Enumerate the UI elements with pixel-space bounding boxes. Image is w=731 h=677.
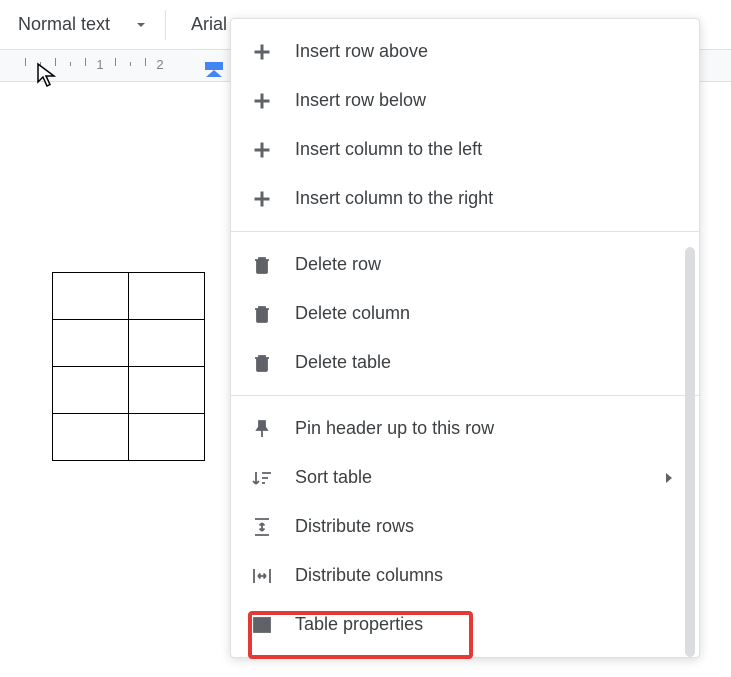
menu-label: Insert row below <box>295 90 426 111</box>
table-cell[interactable] <box>129 414 205 461</box>
delete-column-item[interactable]: Delete column <box>231 289 699 338</box>
sort-icon <box>251 467 273 489</box>
plus-icon <box>251 41 273 63</box>
chevron-right-icon <box>664 471 674 485</box>
table-row <box>53 273 205 320</box>
table-cell[interactable] <box>53 320 129 367</box>
delete-row-item[interactable]: Delete row <box>231 240 699 289</box>
distribute-vertical-icon <box>251 516 273 538</box>
menu-label: Table properties <box>295 614 423 635</box>
distribute-columns-item[interactable]: Distribute columns <box>231 551 699 600</box>
style-label: Normal text <box>18 14 110 35</box>
cursor-icon <box>36 62 58 88</box>
menu-label: Delete column <box>295 303 410 324</box>
trash-icon <box>251 254 273 276</box>
table-cell[interactable] <box>53 367 129 414</box>
chevron-down-icon <box>135 19 147 31</box>
menu-label: Insert column to the left <box>295 139 482 160</box>
table-properties-item[interactable]: Table properties <box>231 600 699 649</box>
table-cell[interactable] <box>53 414 129 461</box>
menu-label: Sort table <box>295 467 372 488</box>
menu-label: Distribute columns <box>295 565 443 586</box>
table-row <box>53 414 205 461</box>
menu-label: Delete table <box>295 352 391 373</box>
delete-table-item[interactable]: Delete table <box>231 338 699 387</box>
table-cell[interactable] <box>53 273 129 320</box>
plus-icon <box>251 188 273 210</box>
plus-icon <box>251 139 273 161</box>
text-style-selector[interactable]: Normal text <box>10 14 155 35</box>
menu-label: Delete row <box>295 254 381 275</box>
pin-icon <box>251 418 273 440</box>
insert-column-left-item[interactable]: Insert column to the left <box>231 125 699 174</box>
sort-table-item[interactable]: Sort table <box>231 453 699 502</box>
table-cell[interactable] <box>129 320 205 367</box>
ruler-mark: 1 <box>96 57 103 72</box>
trash-icon <box>251 352 273 374</box>
insert-row-below-item[interactable]: Insert row below <box>231 76 699 125</box>
indent-marker-icon[interactable] <box>205 62 225 78</box>
menu-label: Insert row above <box>295 41 428 62</box>
table-icon <box>251 614 273 636</box>
table-context-menu: Insert row above Insert row below Insert… <box>230 18 700 658</box>
document-table[interactable] <box>52 272 205 461</box>
menu-label: Pin header up to this row <box>295 418 494 439</box>
toolbar-divider <box>165 10 166 40</box>
ruler-mark: 2 <box>156 57 163 72</box>
menu-divider <box>231 231 699 232</box>
insert-column-right-item[interactable]: Insert column to the right <box>231 174 699 223</box>
plus-icon <box>251 90 273 112</box>
menu-divider <box>231 395 699 396</box>
table-cell[interactable] <box>129 273 205 320</box>
distribute-rows-item[interactable]: Distribute rows <box>231 502 699 551</box>
menu-label: Distribute rows <box>295 516 414 537</box>
trash-icon <box>251 303 273 325</box>
table-cell[interactable] <box>129 367 205 414</box>
pin-header-item[interactable]: Pin header up to this row <box>231 404 699 453</box>
insert-row-above-item[interactable]: Insert row above <box>231 27 699 76</box>
table-row <box>53 367 205 414</box>
table-row <box>53 320 205 367</box>
scrollbar[interactable] <box>685 247 695 657</box>
font-label: Arial <box>191 14 227 34</box>
distribute-horizontal-icon <box>251 565 273 587</box>
menu-label: Insert column to the right <box>295 188 493 209</box>
